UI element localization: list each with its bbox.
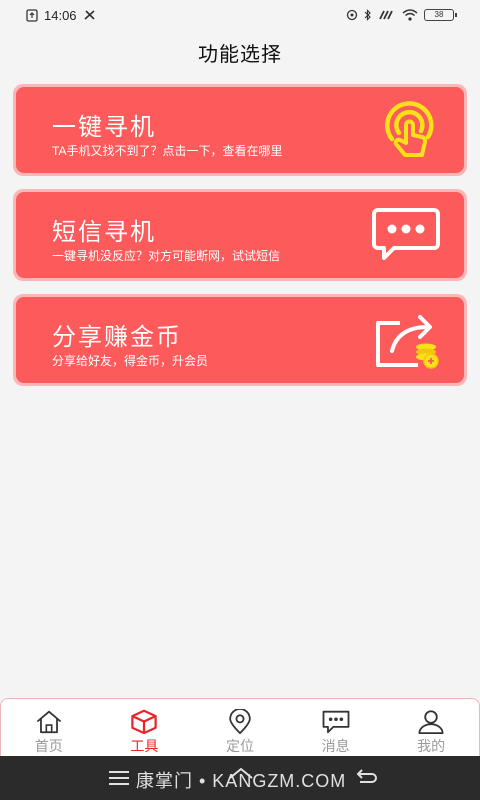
card-title: 一键寻机 xyxy=(52,114,156,141)
status-time: 14:06 xyxy=(44,7,77,23)
person-icon xyxy=(418,710,444,734)
tools-icon xyxy=(84,10,95,20)
sim-icon xyxy=(26,8,38,22)
chat-icon xyxy=(322,710,349,734)
one-key-find-card[interactable]: 一键寻机 TA手机又找不到了？点击一下，查看在哪里 xyxy=(13,84,467,176)
nav-home-icon[interactable] xyxy=(228,766,254,788)
location-status-icon xyxy=(346,9,358,21)
menu-icon[interactable] xyxy=(108,770,130,786)
tab-home[interactable]: 首页 xyxy=(1,699,97,756)
tap-finger-icon xyxy=(385,101,434,157)
bluetooth-icon xyxy=(364,9,371,21)
system-nav-bar: 康掌门 • KANGZM.COM xyxy=(0,756,480,800)
signal-icon xyxy=(379,10,393,20)
bottom-tab-bar: 首页 工具 定位 消息 我的 xyxy=(0,698,480,756)
share-coins-icon xyxy=(376,315,439,369)
battery-indicator: 38 xyxy=(424,9,457,21)
card-title: 短信寻机 xyxy=(52,219,156,246)
card-subtitle: 分享给好友，得金币，升会员 xyxy=(52,354,209,368)
tab-mine[interactable]: 我的 xyxy=(383,699,479,756)
home-icon xyxy=(36,710,61,734)
cube-icon xyxy=(131,709,158,734)
tab-label: 首页 xyxy=(34,738,63,754)
message-bubble-icon xyxy=(372,208,440,260)
card-title: 分享赚金币 xyxy=(52,324,182,351)
share-earn-coins-card[interactable]: 分享赚金币 分享给好友，得金币，升会员 xyxy=(13,294,467,386)
tab-tools[interactable]: 工具 xyxy=(97,699,193,756)
tab-location[interactable]: 定位 xyxy=(192,699,288,756)
page-title: 功能选择 xyxy=(198,44,282,66)
tab-messages[interactable]: 消息 xyxy=(288,699,384,756)
card-subtitle: 一键寻机没反应？对方可能断网，试试短信 xyxy=(52,249,281,263)
card-subtitle: TA手机又找不到了？点击一下，查看在哪里 xyxy=(52,144,283,158)
location-pin-icon xyxy=(229,709,251,734)
tab-label: 定位 xyxy=(225,738,254,754)
tab-label: 我的 xyxy=(417,738,446,754)
wifi-icon xyxy=(402,9,418,21)
status-bar: 14:06 38 xyxy=(0,0,480,30)
nav-back-icon[interactable] xyxy=(354,768,378,788)
sms-find-card[interactable]: 短信寻机 一键寻机没反应？对方可能断网，试试短信 xyxy=(13,189,467,281)
tab-label: 消息 xyxy=(321,738,350,754)
tab-label: 工具 xyxy=(130,738,159,754)
